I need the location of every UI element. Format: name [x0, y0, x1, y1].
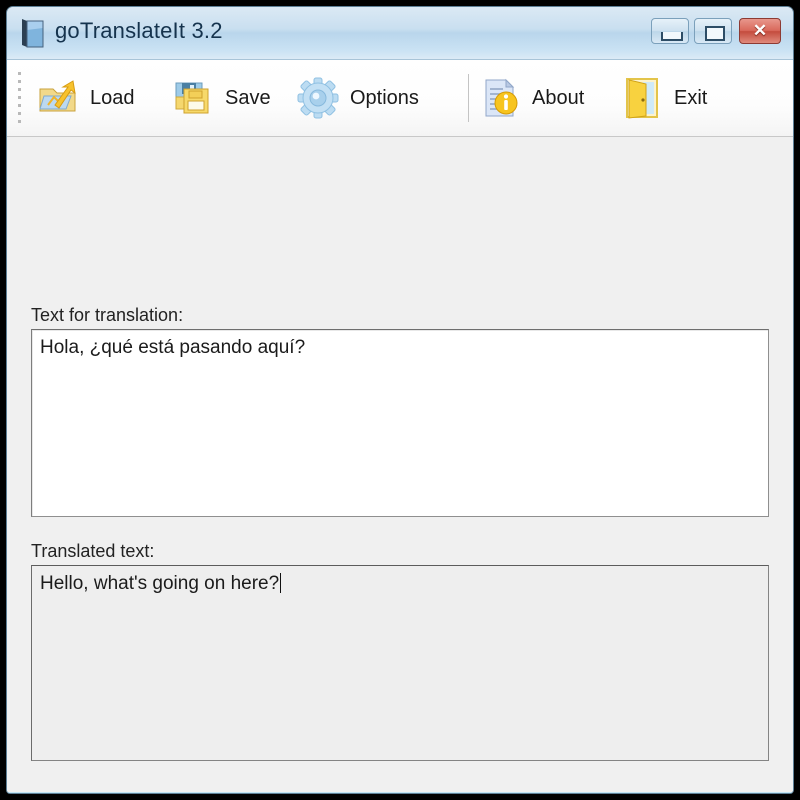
folder-open-icon — [35, 75, 81, 121]
toolbar-label-exit: Exit — [674, 86, 708, 109]
gear-icon — [295, 75, 341, 121]
open-door-icon — [619, 75, 665, 121]
window-title: goTranslateIt 3.2 — [55, 18, 223, 43]
toolbar-drag-grip[interactable] — [18, 72, 22, 124]
toolbar-label-load: Load — [90, 86, 135, 109]
close-button[interactable]: ✕ — [739, 18, 781, 44]
maximize-icon — [705, 26, 725, 41]
toolbar-label-about: About — [532, 86, 585, 109]
minimize-icon — [661, 32, 683, 41]
toolbar: Load Save Options About Exit — [7, 60, 793, 137]
minimize-button[interactable] — [651, 18, 689, 44]
toolbar-button-exit[interactable]: Exit — [619, 60, 707, 136]
close-icon: ✕ — [752, 21, 768, 40]
toolbar-button-save[interactable]: Save — [170, 60, 271, 136]
toolbar-label-options: Options — [350, 86, 419, 109]
window-bottom-edge — [7, 792, 793, 793]
title-bar: goTranslateIt 3.2 ✕ — [7, 7, 793, 60]
main-content: Text for translation: Hola, ¿qué está pa… — [7, 137, 793, 793]
source-text-input[interactable]: Hola, ¿qué está pasando aquí? — [31, 329, 769, 517]
toolbar-button-load[interactable]: Load — [35, 60, 135, 136]
toolbar-label-save: Save — [225, 86, 271, 109]
translated-text-label: Translated text: — [31, 541, 155, 561]
translated-text-value-wrap: Hello, what's going on here? — [40, 573, 282, 595]
text-caret — [280, 573, 282, 593]
translated-text-value: Hello, what's going on here? — [40, 573, 280, 594]
source-text-value: Hola, ¿qué está pasando aquí? — [40, 337, 306, 358]
translated-text-output[interactable]: Hello, what's going on here? — [31, 565, 769, 761]
toolbar-button-options[interactable]: Options — [295, 60, 419, 136]
document-info-icon — [477, 75, 523, 121]
source-text-label: Text for translation: — [31, 305, 184, 325]
maximize-button[interactable] — [694, 18, 732, 44]
application-window: goTranslateIt 3.2 ✕ Load Save Options Ab… — [6, 6, 794, 794]
toolbar-separator — [468, 74, 469, 122]
toolbar-button-about[interactable]: About — [477, 60, 584, 136]
floppy-disk-icon — [170, 75, 216, 121]
app-book-icon — [19, 18, 45, 48]
